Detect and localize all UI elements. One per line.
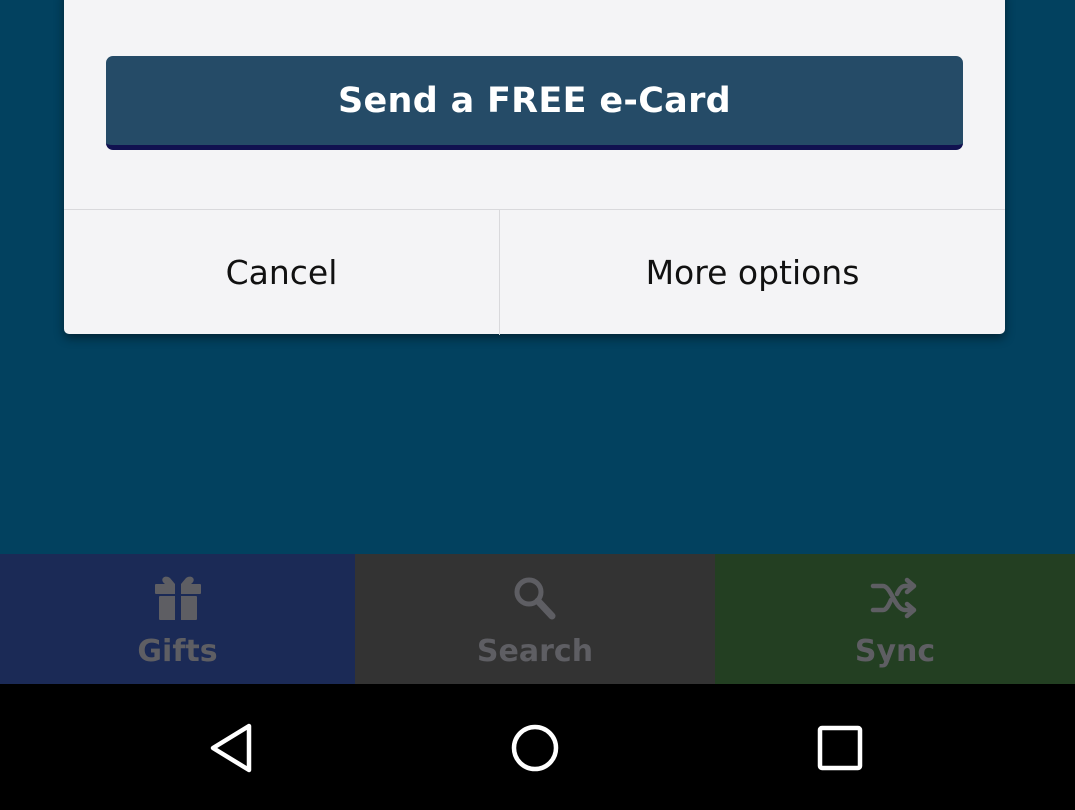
tab-search[interactable]: Search bbox=[355, 554, 715, 684]
cancel-button[interactable]: Cancel bbox=[64, 210, 500, 335]
gift-icon bbox=[154, 576, 201, 620]
back-icon[interactable] bbox=[205, 720, 261, 776]
shuffle-icon bbox=[870, 577, 917, 619]
app-screen: Send a FREE e-Card Cancel More options G… bbox=[0, 0, 1075, 810]
send-card-dialog: Send a FREE e-Card Cancel More options bbox=[64, 0, 1005, 335]
tab-sync[interactable]: Sync bbox=[715, 554, 1075, 684]
system-nav-bar bbox=[0, 684, 1075, 810]
tab-search-label: Search bbox=[476, 634, 594, 669]
tab-gifts[interactable]: Gifts bbox=[0, 554, 355, 684]
tab-sync-label: Sync bbox=[854, 634, 936, 669]
more-options-button[interactable]: More options bbox=[500, 210, 1005, 335]
search-icon bbox=[514, 577, 556, 620]
tab-gifts-label: Gifts bbox=[137, 634, 218, 669]
send-free-ecard-button[interactable]: Send a FREE e-Card bbox=[106, 56, 963, 150]
bottom-tab-bar: Gifts Search Sync bbox=[0, 554, 1075, 684]
recents-icon[interactable] bbox=[812, 720, 868, 776]
home-icon[interactable] bbox=[507, 720, 563, 776]
dialog-footer: Cancel More options bbox=[64, 209, 1005, 335]
